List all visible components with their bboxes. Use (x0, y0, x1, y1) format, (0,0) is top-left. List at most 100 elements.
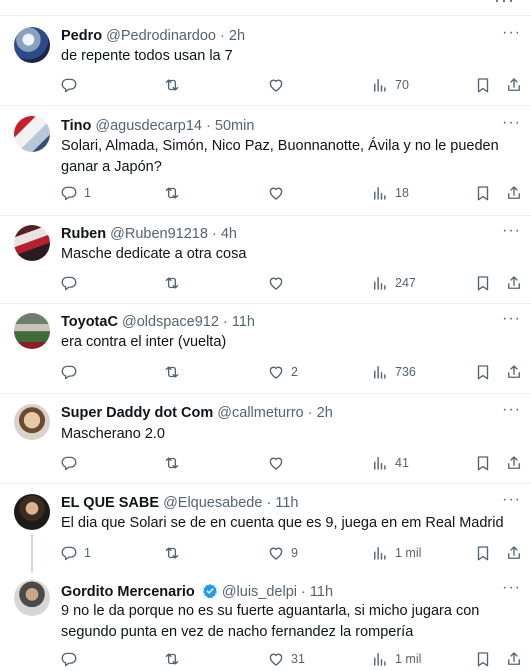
reply-icon (60, 76, 78, 94)
reply-button[interactable]: 1 (60, 183, 91, 203)
bookmark-button[interactable] (474, 75, 492, 95)
share-button[interactable] (505, 543, 523, 563)
bookmark-button[interactable] (474, 362, 492, 382)
avatar[interactable] (14, 225, 50, 261)
avatar[interactable] (14, 27, 50, 63)
share-icon (505, 544, 523, 562)
share-icon (505, 363, 523, 381)
user-handle[interactable]: @Pedrodinardoo (106, 28, 216, 44)
retweet-button[interactable] (163, 649, 187, 669)
more-options-icon[interactable]: ··· (502, 401, 521, 419)
timestamp[interactable]: 11h (310, 584, 333, 600)
more-options-icon[interactable]: ··· (502, 222, 521, 240)
views-button[interactable]: 247 (371, 273, 416, 293)
timestamp[interactable]: 4h (221, 226, 237, 242)
reply-icon (60, 184, 78, 202)
timestamp[interactable]: 2h (317, 405, 333, 421)
bookmark-button[interactable] (474, 649, 492, 669)
retweet-button[interactable] (163, 183, 187, 203)
retweet-button[interactable] (163, 543, 187, 563)
share-button[interactable] (505, 273, 523, 293)
verified-badge-icon[interactable] (202, 583, 218, 599)
avatar[interactable] (14, 580, 50, 616)
tweet[interactable]: Pedro @Pedrodinardoo · 2h ··· de repente… (0, 16, 531, 106)
avatar[interactable] (14, 313, 50, 349)
timestamp[interactable]: 2h (229, 28, 245, 44)
display-name[interactable]: Pedro (61, 28, 102, 44)
display-name[interactable]: Ruben (61, 226, 106, 242)
user-handle[interactable]: @agusdecarp14 (95, 118, 202, 134)
user-handle[interactable]: @luis_delpi (222, 584, 297, 600)
action-bar: 41 (0, 453, 531, 473)
views-button[interactable]: 1 mil (371, 543, 421, 563)
share-button[interactable] (505, 453, 523, 473)
reply-button[interactable] (60, 362, 84, 382)
reply-button[interactable] (60, 649, 84, 669)
like-button[interactable] (267, 453, 291, 473)
heart-icon (267, 184, 285, 202)
user-handle[interactable]: @Ruben91218 (110, 226, 208, 242)
like-button[interactable] (267, 75, 291, 95)
retweet-button[interactable] (163, 273, 187, 293)
like-button[interactable]: 9 (267, 543, 298, 563)
timestamp[interactable]: 50min (215, 118, 255, 134)
tweet[interactable]: EL QUE SABE @Elquesabede · 11h ··· El di… (0, 484, 531, 572)
retweet-button[interactable] (163, 362, 187, 382)
tweet[interactable]: Gordito Mercenario @luis_delpi · 11h ···… (0, 572, 531, 671)
reply-icon (60, 363, 78, 381)
user-handle[interactable]: @callmeturro (217, 405, 303, 421)
more-options-icon[interactable]: ··· (502, 579, 521, 597)
views-button[interactable]: 18 (371, 183, 409, 203)
separator: · (222, 314, 228, 330)
views-button[interactable]: 41 (371, 453, 409, 473)
more-options-icon[interactable]: ··· (494, 0, 515, 11)
timestamp[interactable]: 11h (232, 314, 255, 330)
display-name[interactable]: Gordito Mercenario (61, 584, 195, 600)
views-button[interactable]: 736 (371, 362, 416, 382)
share-button[interactable] (505, 649, 523, 669)
display-name[interactable]: Tino (61, 118, 91, 134)
share-button[interactable] (505, 75, 523, 95)
bookmark-button[interactable] (474, 183, 492, 203)
tweet[interactable]: Super Daddy dot Com @callmeturro · 2h ··… (0, 394, 531, 484)
avatar[interactable] (14, 404, 50, 440)
bookmark-button[interactable] (474, 543, 492, 563)
tweet[interactable]: Ruben @Ruben91218 · 4h ··· Masche dedica… (0, 216, 531, 304)
tweet-text: de repente todos usan la 7 (61, 48, 233, 64)
user-handle[interactable]: @Elquesabede (163, 495, 262, 511)
like-button[interactable] (267, 273, 291, 293)
tweet[interactable]: ToyotaC @oldspace912 · 11h ··· era contr… (0, 304, 531, 394)
views-icon (371, 544, 389, 562)
tweet[interactable]: Tino @agusdecarp14 · 50min ··· Solari, A… (0, 106, 531, 216)
like-button[interactable]: 2 (267, 362, 298, 382)
tweet-header: Gordito Mercenario @luis_delpi · 11h (61, 583, 333, 600)
display-name[interactable]: ToyotaC (61, 314, 118, 330)
views-icon (371, 184, 389, 202)
display-name[interactable]: Super Daddy dot Com (61, 405, 213, 421)
share-button[interactable] (505, 362, 523, 382)
bookmark-button[interactable] (474, 453, 492, 473)
views-button[interactable]: 70 (371, 75, 409, 95)
share-button[interactable] (505, 183, 523, 203)
retweet-button[interactable] (163, 453, 187, 473)
more-options-icon[interactable]: ··· (502, 310, 521, 328)
display-name[interactable]: EL QUE SABE (61, 495, 159, 511)
avatar[interactable] (14, 116, 50, 152)
bookmark-button[interactable] (474, 273, 492, 293)
like-button[interactable]: 31 (267, 649, 305, 669)
more-options-icon[interactable]: ··· (502, 114, 521, 132)
separator: · (211, 226, 217, 242)
reply-button[interactable] (60, 273, 84, 293)
retweet-button[interactable] (163, 75, 187, 95)
user-handle[interactable]: @oldspace912 (122, 314, 219, 330)
views-button[interactable]: 1 mil (371, 649, 421, 669)
reply-button[interactable]: 1 (60, 543, 91, 563)
like-button[interactable] (267, 183, 291, 203)
timestamp[interactable]: 11h (275, 495, 298, 511)
views-icon (371, 363, 389, 381)
more-options-icon[interactable]: ··· (502, 491, 521, 509)
more-options-icon[interactable]: ··· (502, 24, 521, 42)
reply-button[interactable] (60, 453, 84, 473)
reply-button[interactable] (60, 75, 84, 95)
avatar[interactable] (14, 494, 50, 530)
